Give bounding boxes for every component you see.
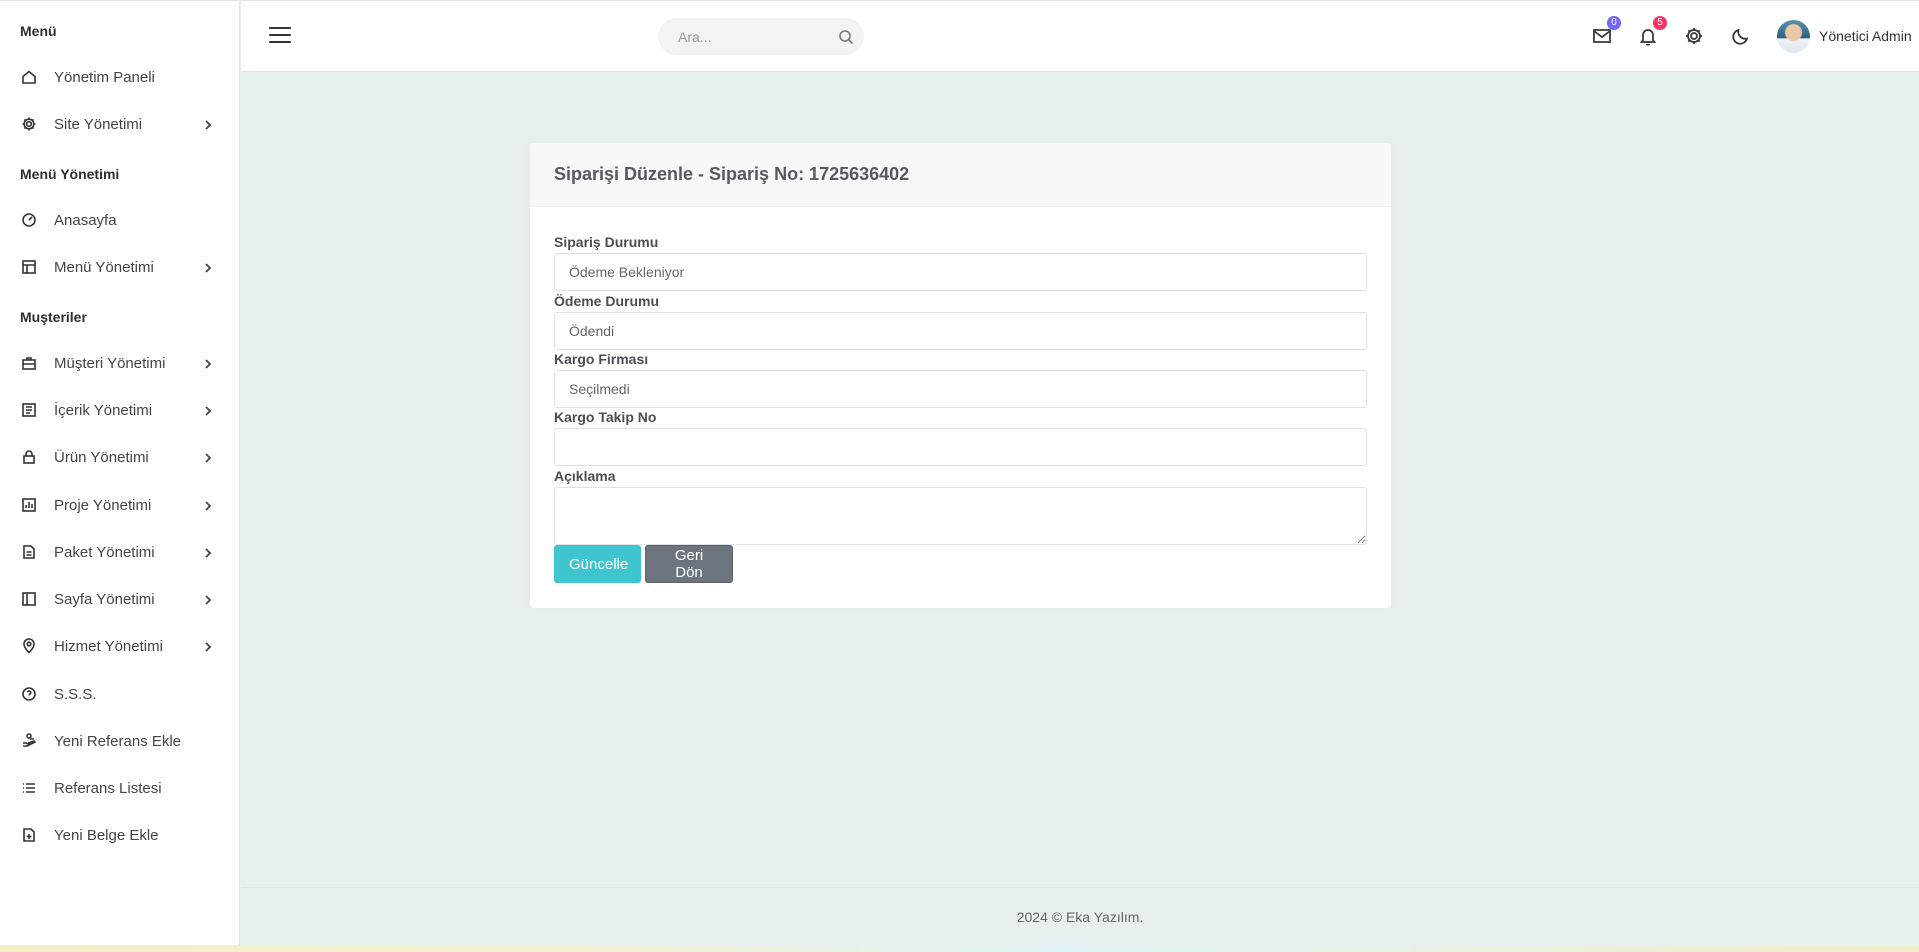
- chart-icon: [20, 496, 38, 514]
- sidebar-item-yonetim-paneli[interactable]: Yönetim Paneli: [0, 57, 239, 97]
- sidebar-item-hizmet-yonetimi[interactable]: Hizmet Yönetimi: [0, 626, 239, 666]
- chevron-right-icon: [202, 357, 214, 369]
- chevron-right-icon: [202, 404, 214, 416]
- avatar[interactable]: [1777, 20, 1810, 53]
- sidebar-item-label: Yönetim Paneli: [54, 68, 155, 86]
- chevron-right-icon: [202, 546, 214, 558]
- sidebar-item-paket-yonetimi[interactable]: Paket Yönetimi: [0, 532, 239, 572]
- dark-mode-toggle[interactable]: [1730, 25, 1752, 47]
- gear-icon: [1683, 28, 1705, 51]
- hamburger-menu-icon[interactable]: [269, 27, 291, 45]
- card-header: Siparişi Düzenle - Sipariş No: 172563640…: [530, 143, 1391, 207]
- sidebar-item-label: Paket Yönetimi: [54, 543, 155, 561]
- bell-icon: [1637, 29, 1659, 51]
- chevron-right-icon: [202, 118, 214, 130]
- chevron-right-icon: [202, 261, 214, 273]
- file-add-icon: [20, 826, 38, 844]
- home-icon: [20, 68, 38, 86]
- sidebar-item-label: Site Yönetimi: [54, 115, 143, 133]
- chevron-right-icon: [202, 499, 214, 511]
- sidebar-item-label: Menü Yönetimi: [54, 258, 154, 276]
- update-button[interactable]: Güncelle: [554, 545, 641, 583]
- footer-copyright: 2024 © Eka Yazılım.: [1016, 908, 1144, 925]
- sidebar-item-label: Yeni Referans Ekle: [54, 732, 182, 750]
- hand-icon: [20, 732, 38, 750]
- sidebar-item-label: Ürün Yönetimi: [54, 448, 149, 466]
- mail-icon: [1591, 29, 1613, 51]
- back-button[interactable]: Geri Dön: [645, 545, 733, 583]
- sidebar-item-sss[interactable]: S.S.S.: [0, 674, 239, 714]
- mail-count-badge: 0: [1607, 16, 1621, 30]
- description-textarea[interactable]: [554, 487, 1367, 545]
- sidebar-section-title: Menü: [20, 23, 57, 39]
- tracking-number-label: Kargo Takip No: [554, 409, 657, 425]
- sidebar-item-label: S.S.S.: [54, 685, 97, 703]
- sidebar-item-label: Proje Yönetimi: [54, 496, 152, 514]
- lock-icon: [20, 448, 38, 466]
- mail-button[interactable]: 0: [1591, 16, 1621, 47]
- page-title: Siparişi Düzenle - Sipariş No: 172563640…: [554, 164, 910, 184]
- footer: 2024 © Eka Yazılım.: [241, 887, 1919, 945]
- sidebar-item-site-yonetimi[interactable]: Site Yönetimi: [0, 104, 239, 144]
- sidebar-item-label: Anasayfa: [54, 211, 117, 229]
- cargo-company-field[interactable]: [554, 370, 1367, 408]
- sidebar-item-urun-yonetimi[interactable]: Ürün Yönetimi: [0, 437, 239, 477]
- settings-button[interactable]: [1683, 25, 1705, 47]
- sidebar-item-proje-yonetimi[interactable]: Proje Yönetimi: [0, 485, 239, 525]
- sidebar-item-icerik-yonetimi[interactable]: İçerik Yönetimi: [0, 390, 239, 430]
- sidebar-item-anasayfa[interactable]: Anasayfa: [0, 200, 239, 240]
- sidebar-item-menu-yonetimi[interactable]: Menü Yönetimi: [0, 247, 239, 287]
- sidebar-layout-icon: [20, 590, 38, 608]
- sidebar-item-yeni-belge-ekle[interactable]: Yeni Belge Ekle: [0, 815, 239, 855]
- sidebar-section-title: Menü Yönetimi: [20, 166, 120, 182]
- sidebar-section-title: Muşteriler: [20, 309, 87, 325]
- gear-icon: [20, 115, 38, 133]
- description-label: Açıklama: [554, 468, 616, 484]
- sidebar-item-yeni-referans-ekle[interactable]: Yeni Referans Ekle: [0, 721, 239, 761]
- bottom-decorative-strip: [0, 945, 1919, 952]
- location-pin-icon: [20, 637, 38, 655]
- sidebar-item-label: İçerik Yönetimi: [54, 401, 153, 419]
- notification-button[interactable]: 5: [1637, 16, 1667, 47]
- order-status-field[interactable]: [554, 253, 1367, 291]
- sidebar-item-label: Sayfa Yönetimi: [54, 590, 155, 608]
- sidebar-item-sayfa-yonetimi[interactable]: Sayfa Yönetimi: [0, 579, 239, 619]
- briefcase-icon: [20, 354, 38, 372]
- top-header: 0 5 Yönetici Admin: [241, 0, 1919, 72]
- dashboard-gauge-icon: [20, 211, 38, 229]
- payment-status-label: Ödeme Durumu: [554, 293, 660, 309]
- list-icon: [20, 779, 38, 797]
- search-icon[interactable]: [838, 29, 854, 45]
- question-icon: [20, 685, 38, 703]
- document-icon: [20, 543, 38, 561]
- sidebar-item-referans-listesi[interactable]: Referans Listesi: [0, 768, 239, 808]
- sidebar: Menü Yönetim Paneli Site Yönetimi Menü Y…: [0, 0, 240, 945]
- order-status-label: Sipariş Durumu: [554, 234, 659, 250]
- payment-status-field[interactable]: [554, 312, 1367, 350]
- sidebar-item-label: Yeni Belge Ekle: [54, 826, 159, 844]
- search-input[interactable]: [658, 18, 864, 55]
- layout-icon: [20, 258, 38, 276]
- chevron-right-icon: [202, 593, 214, 605]
- notification-count-badge: 5: [1653, 16, 1667, 30]
- chevron-right-icon: [202, 451, 214, 463]
- sidebar-item-label: Referans Listesi: [54, 779, 162, 797]
- cargo-company-label: Kargo Firması: [554, 351, 649, 367]
- user-name[interactable]: Yönetici Admin: [1819, 28, 1912, 44]
- sidebar-item-label: Hizmet Yönetimi: [54, 637, 163, 655]
- tracking-number-field[interactable]: [554, 428, 1367, 466]
- sidebar-item-musteri-yonetimi[interactable]: Müşteri Yönetimi: [0, 343, 239, 383]
- order-edit-card: Siparişi Düzenle - Sipariş No: 172563640…: [530, 143, 1391, 608]
- content-list-icon: [20, 401, 38, 419]
- chevron-right-icon: [202, 640, 214, 652]
- sidebar-item-label: Müşteri Yönetimi: [54, 354, 166, 372]
- moon-icon: [1730, 28, 1752, 51]
